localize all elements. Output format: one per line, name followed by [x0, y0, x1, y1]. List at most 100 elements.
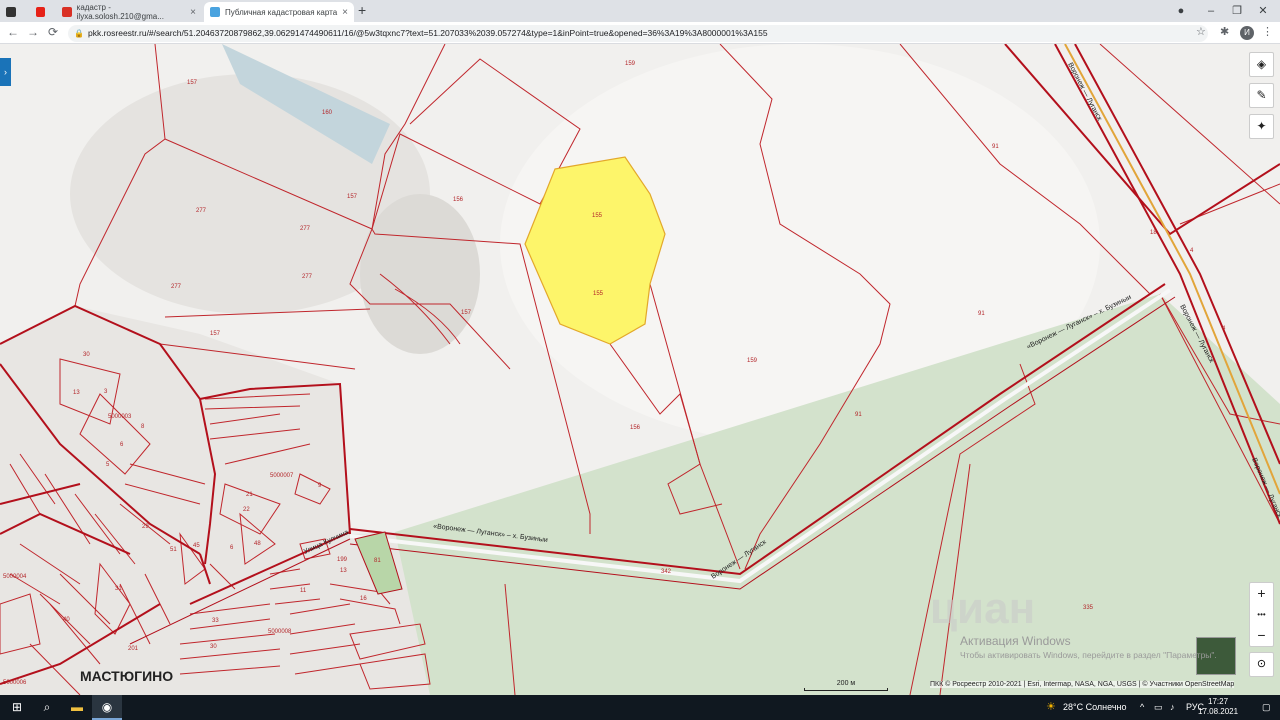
parcel-label: 5000008	[268, 629, 292, 635]
ruler-button[interactable]: ✎	[1249, 83, 1274, 108]
parcel-label: 45	[193, 543, 200, 549]
tab-strip: кадастр - ilyxa.solosh.210@gma... × Публ…	[0, 0, 1280, 22]
parcel-label: 157	[461, 310, 472, 316]
parcel-label: 40	[63, 617, 70, 623]
parcel-label: 29	[142, 524, 149, 530]
search-icon[interactable]: ⌕	[32, 695, 62, 720]
parcel-label: 155	[592, 213, 603, 219]
zoom-out-button[interactable]: −	[1250, 625, 1273, 646]
parcel-label: 159	[747, 358, 758, 364]
app-icon	[6, 7, 16, 17]
scale-bar: 200 м	[804, 680, 888, 691]
scale-line	[804, 688, 888, 691]
parcel-label: 156	[630, 425, 641, 431]
tab-gmail[interactable]: кадастр - ilyxa.solosh.210@gma... ×	[56, 2, 202, 22]
parcel-label: 22	[243, 507, 250, 513]
address-bar[interactable]: 🔒 pkk.rosreestr.ru/#/search/51.204637208…	[68, 25, 1208, 42]
parcel-label: 4	[1222, 326, 1226, 332]
map-canvas[interactable]: 157 160 159 156 155 155 277 277 277 277 …	[0, 44, 1280, 695]
weather-icon: ☀	[1046, 701, 1056, 713]
pinned-tab-youtube[interactable]	[30, 2, 56, 22]
menu-icon[interactable]: ⋮	[1262, 25, 1273, 38]
network-icon[interactable]: ▭	[1154, 695, 1163, 720]
clock[interactable]: 17:27 17.08.2021	[1198, 697, 1238, 717]
parcel-label: 30	[83, 352, 90, 358]
parcel-label: 277	[196, 208, 207, 214]
cadastral-map[interactable]: 157 160 159 156 155 155 277 277 277 277 …	[0, 44, 1280, 695]
url-text: pkk.rosreestr.ru/#/search/51.20463720879…	[88, 28, 768, 38]
terrain-shade	[360, 194, 480, 354]
clock-date: 17.08.2021	[1198, 707, 1239, 716]
parcel-label: 277	[171, 284, 182, 290]
notifications-icon[interactable]: ▢	[1262, 695, 1271, 720]
pkk-icon	[210, 7, 220, 17]
parcel-label: 277	[300, 226, 311, 232]
locate-button[interactable]: ✦	[1249, 114, 1274, 139]
forward-button[interactable]: →	[26, 25, 40, 39]
start-icon[interactable]: ⊞	[2, 695, 32, 720]
parcel-label: 13	[73, 390, 80, 396]
extensions-icon[interactable]: ✱	[1220, 25, 1229, 38]
parcel-label: 157	[210, 331, 221, 337]
parcel-label: 5000003	[108, 414, 132, 420]
parcel-label: 342	[661, 569, 672, 575]
tab-pkk[interactable]: Публичная кадастровая карта ×	[204, 2, 354, 22]
map-attribution: ПКК © Росреестр 2010-2021 | Esri, Interm…	[930, 681, 1235, 688]
compass-button[interactable]: ⊙	[1249, 652, 1274, 677]
parcel-label: 4	[1190, 248, 1194, 254]
parcel-label: 18	[1150, 230, 1157, 236]
bookmark-star-icon[interactable]: ☆	[1196, 25, 1206, 38]
parcel-label: 156	[453, 197, 464, 203]
activation-watermark-title: Активация Windows	[960, 634, 1071, 648]
profile-avatar[interactable]: И	[1240, 26, 1254, 40]
lock-icon: 🔒	[74, 29, 84, 38]
reload-button[interactable]: ⟳	[46, 25, 60, 39]
parcel-label: 157	[347, 194, 358, 200]
activation-watermark-text: Чтобы активировать Windows, перейдите в …	[960, 650, 1217, 660]
parcel-label: 51	[170, 547, 177, 553]
side-panel-toggle[interactable]: ›	[0, 58, 11, 86]
close-tab-icon[interactable]: ×	[190, 7, 196, 18]
volume-icon[interactable]: ♪	[1170, 695, 1175, 720]
chrome-icon[interactable]: ◉	[92, 695, 122, 720]
layers-button[interactable]: ◈	[1249, 52, 1274, 77]
parcel-label: 155	[593, 291, 604, 297]
parcel-label: 48	[254, 541, 261, 547]
parcel-label: 91	[978, 311, 985, 317]
brand-watermark: циан	[930, 584, 1036, 633]
parcel-label: 201	[128, 646, 139, 652]
parcel-label: 335	[1083, 605, 1094, 611]
parcel-label: 277	[302, 274, 313, 280]
new-tab-button[interactable]: +	[358, 2, 366, 18]
zoom-control: + ••• −	[1249, 582, 1274, 647]
tab-label: кадастр - ilyxa.solosh.210@gma...	[76, 3, 164, 21]
tray-chevron-icon[interactable]: ^	[1140, 695, 1144, 720]
back-button[interactable]: ←	[6, 25, 20, 39]
parcel-label: 199	[337, 557, 348, 563]
pinned-tab-1[interactable]	[0, 2, 28, 22]
parcel-label: 11	[300, 588, 307, 594]
parcel-label: 33	[212, 618, 219, 624]
close-window-button[interactable]: ✕	[1240, 0, 1280, 22]
youtube-icon	[36, 7, 45, 17]
parcel-label: 91	[992, 144, 999, 150]
parcel-label: 21	[246, 492, 253, 498]
more-button[interactable]: •••	[1250, 604, 1273, 625]
parcel-label: 5000006	[3, 680, 27, 686]
parcel-label: 81	[374, 558, 381, 564]
parcel-label: 160	[322, 110, 333, 116]
weather-text[interactable]: 28°C Солнечно	[1063, 695, 1127, 720]
road-label: Воронеж — Луганск	[1066, 62, 1103, 123]
parcel-label: 159	[625, 61, 636, 67]
explorer-icon[interactable]: ▬	[62, 695, 92, 720]
zoom-in-button[interactable]: +	[1250, 583, 1273, 604]
scale-label: 200 м	[836, 680, 856, 687]
browser-toolbar: ← → ⟳ 🔒 pkk.rosreestr.ru/#/search/51.204…	[0, 22, 1280, 44]
parcel-label: 5000007	[270, 473, 294, 479]
settlement-area	[0, 306, 430, 695]
parcel-label: 31	[115, 586, 122, 592]
village-label: МАСТЮГИНО	[80, 668, 174, 684]
close-tab-icon[interactable]: ×	[342, 7, 348, 18]
gmail-icon	[62, 7, 72, 17]
parcel-label: 157	[187, 80, 198, 86]
